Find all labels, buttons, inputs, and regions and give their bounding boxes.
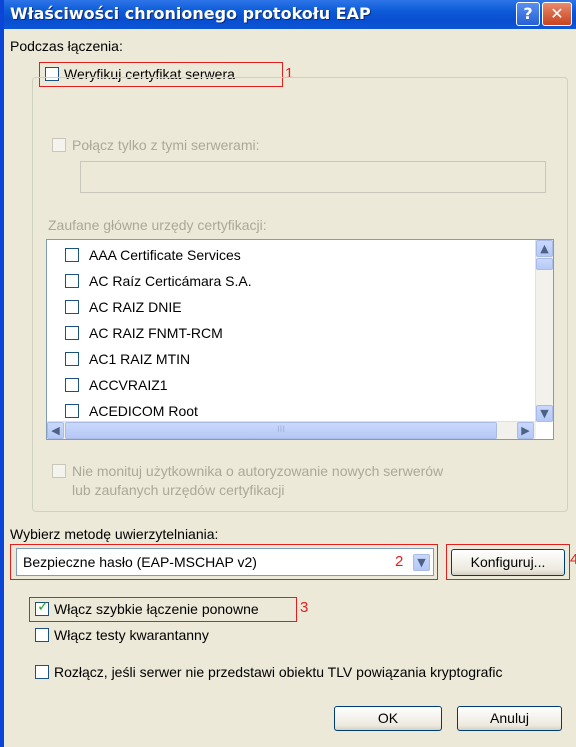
fast-reconnect-checkbox[interactable]: ✓ [35,599,49,616]
ca-checkbox[interactable] [65,274,79,288]
quarantine-label: Włącz testy kwarantanny [54,627,209,643]
list-item[interactable]: AAA Certificate Services [47,243,517,269]
auth-method-select[interactable]: Bezpieczne hasło (EAP-MSCHAP v2) 2 ▼ [16,548,434,576]
ca-label: ACEDICOM Root [89,403,198,419]
trusted-ca-list[interactable]: AAA Certificate Services AC Raíz Certicá… [46,239,554,440]
list-item[interactable]: ACCVRAIZ1 [47,373,517,399]
cancel-button[interactable]: Anuluj [457,706,562,731]
no-prompt-checkbox[interactable] [52,464,66,478]
checkmark-icon: ✓ [37,599,49,615]
no-prompt-label-line1: Nie monituj użytkownika o autoryzowanie … [72,463,444,479]
scroll-up-icon[interactable]: ▲ [536,240,553,257]
connect-servers-checkbox[interactable] [52,138,66,152]
annotation-3: 3 [300,599,309,616]
vertical-scroll-thumb[interactable] [536,258,553,270]
scroll-down-icon[interactable]: ▼ [536,405,553,422]
dialog-body: Podczas łączenia: Weryfikuj certyfikat s… [4,29,576,747]
configure-button[interactable]: Konfiguruj... [451,549,565,576]
connect-servers-label: Połącz tylko z tymi serwerami: [72,137,260,153]
fast-reconnect-label: Włącz szybkie łączenie ponowne [54,601,259,617]
auth-method-value: Bezpieczne hasło (EAP-MSCHAP v2) [23,554,257,570]
window-title: Właściwości chronionego protokołu EAP [10,4,371,23]
auth-method-label: Wybierz metodę uwierzytelniania: [10,526,219,542]
ca-label: AC1 RAIZ MTIN [89,351,191,367]
disconnect-tlv-label: Rozłącz, jeśli serwer nie przedstawi obi… [54,664,503,680]
eap-properties-dialog: Właściwości chronionego protokołu EAP ? … [0,0,576,747]
close-button[interactable]: ✕ [542,2,572,26]
horizontal-scrollbar[interactable]: ◀ III ▶ [47,421,536,439]
horizontal-scroll-thumb[interactable]: III [65,422,497,439]
vertical-scrollbar[interactable]: ▲ ▼ [535,240,553,422]
disconnect-tlv-checkbox[interactable] [35,665,49,679]
list-item[interactable]: AC1 RAIZ MTIN [47,347,517,373]
quarantine-checkbox[interactable] [35,628,49,642]
ca-checkbox[interactable] [65,378,79,392]
scroll-right-icon[interactable]: ▶ [517,422,534,439]
list-item[interactable]: AC RAIZ FNMT-RCM [47,321,517,347]
help-button[interactable]: ? [516,2,540,26]
ca-label: AAA Certificate Services [89,247,241,263]
ca-label: AC RAIZ FNMT-RCM [89,325,223,341]
annotation-4: 4 [570,551,576,568]
list-item[interactable]: AC RAIZ DNIE [47,295,517,321]
ca-checkbox[interactable] [65,300,79,314]
title-bar[interactable]: Właściwości chronionego protokołu EAP ? … [4,0,576,29]
ca-label: ACCVRAIZ1 [89,377,168,393]
ca-label: AC RAIZ DNIE [89,299,182,315]
chevron-down-icon[interactable]: ▼ [413,554,430,571]
annotation-2: 2 [395,553,404,570]
no-prompt-label-line2: lub zaufanych urzędów certyfikacji [72,482,285,498]
ca-checkbox[interactable] [65,248,79,262]
ca-checkbox[interactable] [65,326,79,340]
ca-checkbox[interactable] [65,352,79,366]
servers-input[interactable] [80,161,546,193]
trusted-ca-label: Zaufane główne urzędy certyfikacji: [48,217,267,233]
ok-button[interactable]: OK [334,706,442,731]
list-item[interactable]: AC Raíz Certicámara S.A. [47,269,517,295]
scroll-left-icon[interactable]: ◀ [47,422,64,439]
ca-checkbox[interactable] [65,404,79,418]
connect-section-label: Podczas łączenia: [10,38,123,54]
ca-label: AC Raíz Certicámara S.A. [89,273,252,289]
